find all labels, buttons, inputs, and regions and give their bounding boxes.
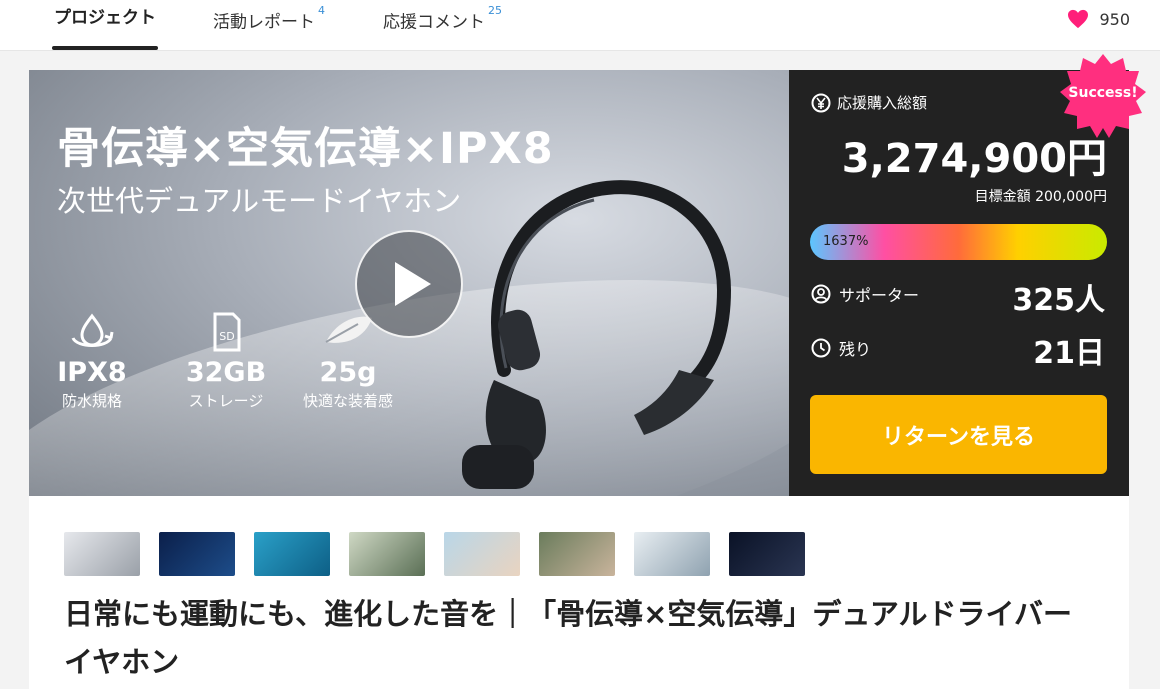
clock-icon — [811, 338, 831, 358]
supporters-label-text: サポーター — [839, 286, 920, 305]
heart-icon — [1068, 9, 1089, 29]
tab-project[interactable]: プロジェクト — [52, 0, 158, 50]
remaining-days: 21日 — [1033, 336, 1105, 371]
thumbnail-6[interactable] — [539, 532, 615, 576]
tab-support-comments[interactable]: 応援コメント25 — [383, 0, 502, 50]
project-summary: 日常にも運動にも、進化した音を｜「骨伝導×空気伝導」デュアルドライバーイヤホン — [29, 496, 1129, 689]
feature-waterproof-value: IPX8 — [57, 357, 127, 388]
tab-activity-report[interactable]: 活動レポート4 — [213, 0, 325, 50]
view-returns-button[interactable]: リターンを見る — [810, 395, 1107, 474]
tab-support-comments-label: 応援コメント — [383, 12, 485, 33]
feature-storage-label: ストレージ — [188, 392, 264, 410]
feature-storage: SD 32GB ストレージ — [171, 312, 281, 412]
thumbnail-2[interactable] — [159, 532, 235, 576]
tab-activity-report-label: 活動レポート — [213, 12, 315, 33]
project-title: 日常にも運動にも、進化した音を｜「骨伝導×空気伝導」デュアルドライバーイヤホン — [64, 597, 1072, 679]
svg-text:SD: SD — [219, 330, 234, 343]
feature-waterproof-label: 防水規格 — [61, 392, 122, 410]
tab-activity-report-count: 4 — [318, 4, 325, 17]
success-badge-text: Success! — [1068, 85, 1138, 101]
thumbnail-1[interactable] — [64, 532, 140, 576]
thumbnail-7[interactable] — [634, 532, 710, 576]
progress-percent: 1637% — [823, 234, 869, 249]
thumbnail-3[interactable] — [254, 532, 330, 576]
feature-storage-value: 32GB — [185, 357, 267, 388]
favorite-button[interactable]: 950 — [1067, 9, 1130, 29]
top-nav: プロジェクト 活動レポート4 応援コメント25 950 — [0, 0, 1160, 51]
hero-title: 骨伝導×空気伝導×IPX8 — [57, 124, 554, 174]
thumbnail-8[interactable] — [729, 532, 805, 576]
thumbnail-4[interactable] — [349, 532, 425, 576]
goal-amount: 目標金額 200,000円 — [974, 189, 1107, 205]
feature-weight-value: 25g — [319, 357, 377, 388]
success-badge: Success! — [1059, 52, 1147, 140]
total-amount-label: 応援購入総額 — [811, 92, 927, 113]
remaining-label-text: 残り — [839, 340, 872, 359]
supporters-label: サポーター — [811, 282, 919, 306]
sd-card-icon: SD — [213, 312, 241, 352]
play-video-button[interactable] — [355, 230, 463, 338]
progress-bar: 1637% — [810, 224, 1107, 260]
supporters-count: 325人 — [1012, 283, 1105, 318]
hero-image[interactable]: 骨伝導×空気伝導×IPX8 次世代デュアルモードイヤホン IPX8 防水規格 S… — [29, 70, 789, 496]
tab-support-comments-count: 25 — [488, 4, 502, 17]
person-icon — [811, 284, 831, 304]
yen-icon — [811, 93, 831, 112]
water-drop-icon — [71, 313, 114, 347]
tab-project-label: プロジェクト — [54, 8, 156, 28]
thumbnail-5[interactable] — [444, 532, 520, 576]
feature-waterproof: IPX8 防水規格 — [37, 312, 147, 412]
feature-weight-label: 快適な装着感 — [302, 392, 393, 410]
remaining-label: 残り — [811, 336, 871, 360]
headphone-illustration — [462, 180, 732, 489]
favorite-count: 950 — [1099, 9, 1130, 29]
hero-subtitle: 次世代デュアルモードイヤホン — [57, 184, 462, 218]
thumbnail-strip — [64, 532, 824, 576]
total-amount-label-text: 応援購入総額 — [837, 94, 928, 112]
